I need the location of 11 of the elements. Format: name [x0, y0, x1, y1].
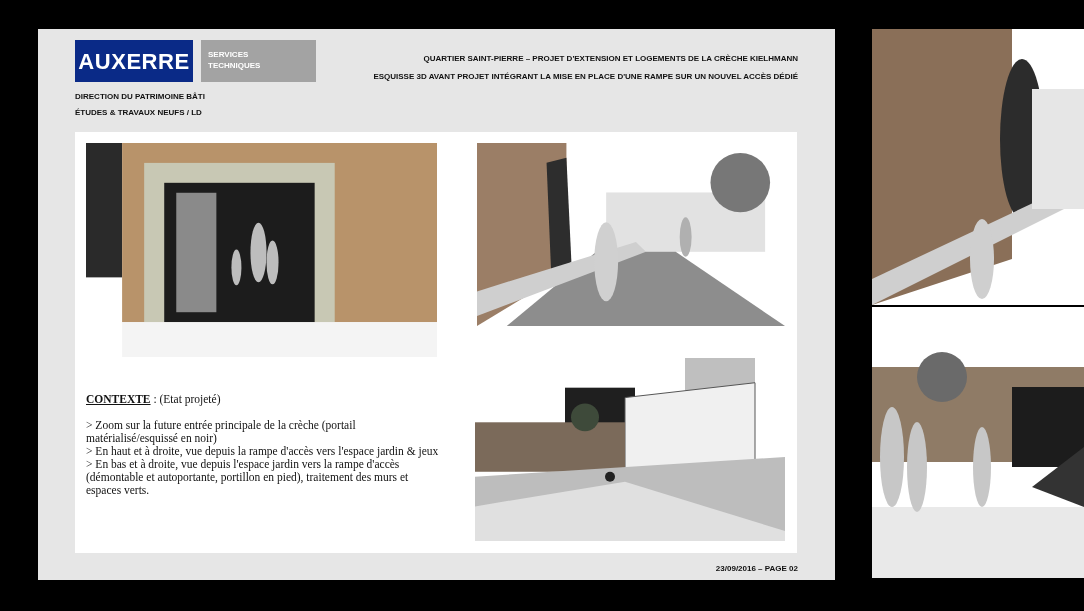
service-label: SERVICES TECHNIQUES: [201, 40, 316, 82]
context-heading: CONTEXTE : (Etat projeté): [86, 393, 222, 406]
context-text: > Zoom sur la future entrée principale de la crèche (portail matérialisé/esquissé en noir): [86, 419, 357, 445]
department-text: ÉTUDES & TRAVAUX NEUFS / LD: [75, 108, 203, 118]
context-text: > En haut et à droite, vue depuis la rampe d'accès vers l'espace jardin & jeux: [86, 445, 440, 458]
slide-title: QUARTIER SAINT-PIERRE – PROJET D'EXTENSION ET LOGEMENTS DE LA CRÈCHE KIELHMANN: [423, 54, 798, 64]
slide-title: ESQUISSE 3D AVANT PROJET INTÉGRANT LA MISE EN PLACE D'UNE RAMPE SUR UN NOUVEL ACCÈS DÉDIÉ: [373, 72, 798, 82]
context-text: > En bas et à droite, vue depuis l'espace jardin vers la rampe d'accès (démontable et autoportante, portillon en pied), traitement des murs et espaces verts.: [86, 458, 410, 497]
footer-text: 23/09/2016 – PAGE 02: [715, 563, 798, 575]
logo: AUXERRE: [75, 40, 193, 82]
department-text: DIRECTION DU PATRIMOINE BÂTI: [75, 92, 206, 102]
